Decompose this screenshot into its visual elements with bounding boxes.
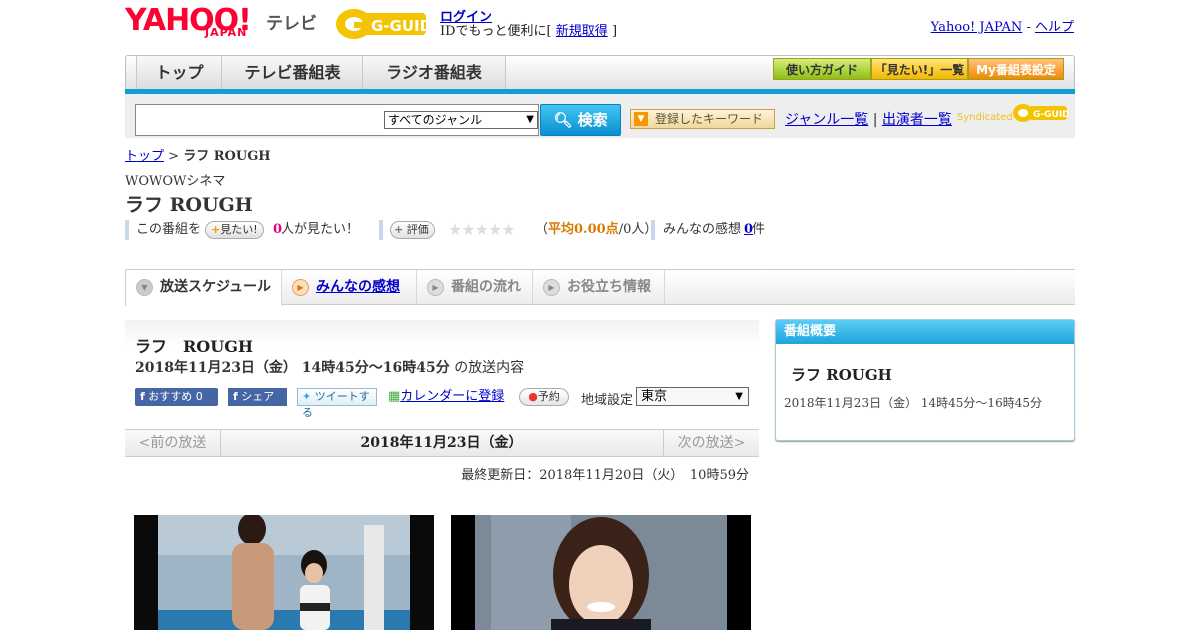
broadcast-title: ラフ ROUGH xyxy=(135,337,253,356)
play-icon: ▶ xyxy=(292,279,309,296)
want-button[interactable]: +見たい! xyxy=(205,221,264,239)
region-label: 地域設定 xyxy=(581,393,634,408)
rating-summary: （平均0.00点/0人） xyxy=(535,222,657,237)
guide-button[interactable]: 使い方ガイド xyxy=(773,58,871,80)
chevron-down-icon: ▼ xyxy=(136,279,153,296)
yahoo-japan-link[interactable]: Yahoo! JAPAN xyxy=(931,20,1023,35)
prev-broadcast-link[interactable]: <前の放送 xyxy=(125,430,221,456)
yahoo-logo-japan: JAPAN xyxy=(205,26,248,39)
divider xyxy=(125,220,129,240)
breadcrumb: トップ > ラフ ROUGH xyxy=(125,149,271,164)
play-icon: ▶ xyxy=(543,279,560,296)
facebook-icon: f xyxy=(233,390,238,403)
login-subtext: IDでもっと便利に[ 新規取得 ] xyxy=(440,24,618,39)
tweet-button[interactable]: ✦ ツイートする xyxy=(297,388,377,419)
tab-impressions[interactable]: ▶ みんなの感想 xyxy=(282,270,417,304)
my-schedule-settings-button[interactable]: My番組表設定 xyxy=(968,58,1064,80)
svg-text:G-GUIDE: G-GUIDE xyxy=(371,17,432,35)
top-right-links: Yahoo! JAPAN - ヘルプ xyxy=(930,20,1074,35)
program-image-1[interactable] xyxy=(134,515,434,630)
mitai-list-button[interactable]: 「見たい!」一覧 xyxy=(871,58,968,80)
genre-list-link[interactable]: ジャンル一覧 xyxy=(785,112,868,128)
syndicated-label: Syndicated xyxy=(957,112,1013,123)
program-overview-heading: 番組概要 xyxy=(776,320,1074,344)
facebook-recommend-button[interactable]: f おすすめ 0 xyxy=(135,388,218,406)
gguide-small-logo: G-GUIDE xyxy=(1012,102,1076,128)
tab-program-flow[interactable]: ▶ 番組の流れ xyxy=(417,270,533,304)
svg-text:G-GUIDE: G-GUIDE xyxy=(1033,110,1068,120)
rating-stars: ★★★★★ xyxy=(448,220,516,239)
tab-top[interactable]: トップ xyxy=(136,56,222,90)
channel-name: WOWOWシネマ xyxy=(125,174,226,189)
divider xyxy=(651,220,655,240)
chevron-down-icon: ▼ xyxy=(526,114,534,125)
tab-useful-info[interactable]: ▶ お役立ち情報 xyxy=(533,270,665,304)
breadcrumb-current: ラフ ROUGH xyxy=(183,149,271,164)
record-dot-icon: ● xyxy=(528,390,538,403)
performer-list-link[interactable]: 出演者一覧 xyxy=(882,112,952,128)
calendar-icon: ▦ xyxy=(388,389,401,404)
tv-label[interactable]: テレビ xyxy=(266,9,317,34)
overview-title: ラフ ROUGH xyxy=(791,366,892,384)
tab-tv-schedule[interactable]: テレビ番組表 xyxy=(221,56,363,90)
program-info-row: この番組を +見たい! 0 人が見たい！ + 評価 ★★★★★ （平均0.00点… xyxy=(125,220,825,240)
region-select[interactable]: 東京 ▼ xyxy=(636,387,749,406)
main-nav: トップ テレビ番組表 ラジオ番組表 使い方ガイド 「見たい!」一覧 My番組表設… xyxy=(125,55,1075,91)
rate-button[interactable]: + 評価 xyxy=(390,221,435,239)
program-tabs: ▼ 放送スケジュール ▶ みんなの感想 ▶ 番組の流れ ▶ お役立ち情報 xyxy=(125,269,1075,306)
date-navigation: <前の放送 2018年11月23日（金） 次の放送> xyxy=(125,429,759,457)
play-icon: ▶ xyxy=(427,279,444,296)
tab-schedule[interactable]: ▼ 放送スケジュール xyxy=(125,270,282,306)
next-broadcast-link[interactable]: 次の放送> xyxy=(663,430,759,456)
facebook-icon: f xyxy=(140,390,145,403)
calendar-register[interactable]: ▦カレンダーに登録 xyxy=(388,388,504,406)
gguide-logo[interactable]: G-GUIDE xyxy=(334,6,442,42)
search-icon: 🔍︎ xyxy=(553,111,573,129)
last-updated: 最終更新日：2018年11月20日（火） 10時59分 xyxy=(461,468,749,483)
triangle-down-icon: ▼ xyxy=(634,112,648,126)
registered-keyword-button[interactable]: ▼ 登録したキーワード xyxy=(630,109,775,129)
overview-time: 2018年11月23日（金） 14時45分～16時45分 xyxy=(784,396,1042,410)
current-broadcast-date: 2018年11月23日（金） xyxy=(360,435,523,451)
search-button[interactable]: 🔍︎ 検索 xyxy=(540,104,621,136)
help-link[interactable]: ヘルプ xyxy=(1035,20,1074,35)
page-title: ラフ ROUGH xyxy=(125,194,253,216)
chevron-down-icon: ▼ xyxy=(735,391,743,402)
register-link[interactable]: 新規取得 xyxy=(556,24,608,39)
tab-radio-schedule[interactable]: ラジオ番組表 xyxy=(362,56,506,90)
search-links: ジャンル一覧 | 出演者一覧 xyxy=(785,112,952,128)
genre-select[interactable]: すべてのジャンル ▼ xyxy=(384,111,538,129)
breadcrumb-top-link[interactable]: トップ xyxy=(125,149,164,164)
reserve-button[interactable]: ●予約 xyxy=(519,388,569,406)
twitter-icon: ✦ xyxy=(302,390,312,403)
program-image-2[interactable] xyxy=(451,515,751,630)
facebook-share-button[interactable]: f シェア xyxy=(228,388,287,406)
broadcast-datetime: 2018年11月23日（金） 14時45分～16時45分 の放送内容 xyxy=(135,360,525,376)
divider xyxy=(379,220,383,240)
